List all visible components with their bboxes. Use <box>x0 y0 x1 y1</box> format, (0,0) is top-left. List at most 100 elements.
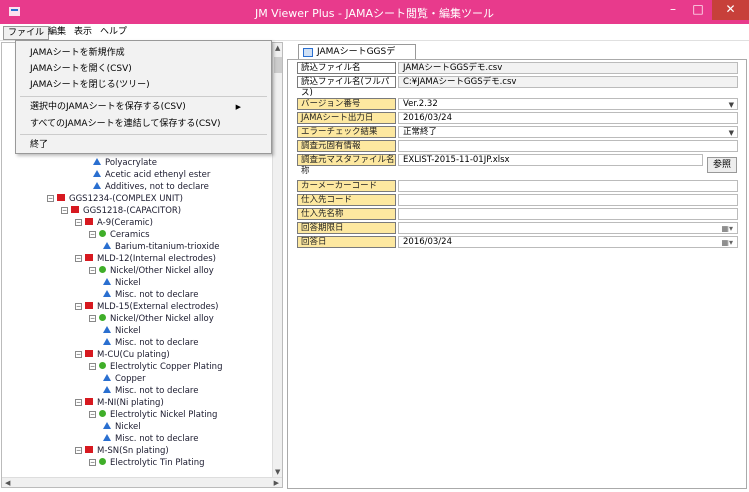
tree-node[interactable]: − Nickel/Other Nickel alloy <box>89 314 214 325</box>
tree-node[interactable]: − Electrolytic Copper Plating <box>89 362 222 373</box>
collapse-toggle-icon[interactable]: − <box>61 207 68 214</box>
menu-new-sheet[interactable]: JAMAシートを新規作成 <box>16 45 271 61</box>
tree-node[interactable]: − Electrolytic Tin Plating <box>89 458 205 469</box>
tree-node[interactable]: Misc. not to declare <box>103 338 198 349</box>
maximize-button[interactable]: □ <box>686 0 710 20</box>
tree-node-label: Misc. not to declare <box>115 338 199 348</box>
answer-date-picker[interactable]: 2016/03/24 ▦▾ <box>398 236 738 248</box>
tree-node[interactable]: − M-NI(Ni plating) <box>75 398 164 409</box>
tree-horizontal-scrollbar[interactable]: ◀ ▶ <box>2 477 282 487</box>
tree-node[interactable]: Misc. not to declare <box>103 434 198 445</box>
tree-node[interactable]: Barium-titanium-trioxide <box>103 242 220 253</box>
answer-date-label: 回答日 <box>297 236 396 248</box>
tree-node[interactable]: − M-CU(Cu plating) <box>75 350 170 361</box>
collapse-toggle-icon[interactable]: − <box>89 267 96 274</box>
menu-help[interactable]: ヘルプ <box>96 26 131 40</box>
tree-node[interactable]: Misc. not to declare <box>103 386 198 397</box>
tab-sheet[interactable]: JAMAシートGGSデモ.csv <box>298 44 416 72</box>
calendar-icon[interactable]: ▦▾ <box>721 223 733 234</box>
tree-node-label: Nickel <box>115 422 141 432</box>
collapse-toggle-icon[interactable]: − <box>89 315 96 322</box>
close-button[interactable]: ✕ <box>712 0 749 20</box>
menu-file[interactable]: ファイル <box>3 26 50 40</box>
tree-node[interactable]: − M-SN(Sn plating) <box>75 446 169 457</box>
output-date-field[interactable]: 2016/03/24 <box>398 112 738 124</box>
part-icon <box>85 350 93 357</box>
collapse-toggle-icon[interactable]: − <box>75 255 82 262</box>
part-icon <box>71 206 79 213</box>
error-check-value: 正常終了 <box>403 127 438 137</box>
supplier-name-field[interactable] <box>398 208 738 220</box>
minimize-button[interactable]: – <box>660 0 686 20</box>
master-file-field[interactable]: EXLIST-2015-11-01JP.xlsx <box>398 154 703 166</box>
collapse-toggle-icon[interactable]: − <box>89 363 96 370</box>
collapse-toggle-icon[interactable]: − <box>75 351 82 358</box>
substance-icon <box>103 338 111 345</box>
tree-node[interactable]: Nickel <box>103 278 141 289</box>
calendar-icon[interactable]: ▦▾ <box>721 237 733 248</box>
collapse-toggle-icon[interactable]: − <box>47 195 54 202</box>
tree-node-label: Electrolytic Tin Plating <box>110 458 205 468</box>
collapse-toggle-icon[interactable]: − <box>75 219 82 226</box>
menu-save-all[interactable]: すべてのJAMAシートを連結して保存する(CSV) <box>16 116 271 132</box>
supplier-code-field[interactable] <box>398 194 738 206</box>
menu-edit[interactable]: 編集 <box>44 26 70 40</box>
tree-node[interactable]: − A-9(Ceramic) <box>75 218 153 229</box>
scroll-thumb[interactable] <box>274 57 282 73</box>
collapse-toggle-icon[interactable]: − <box>75 303 82 310</box>
tree-node[interactable]: − Electrolytic Nickel Plating <box>89 410 217 421</box>
tree-node-label: MLD-12(Internal electrodes) <box>97 254 216 264</box>
window-title: JM Viewer Plus - JAMAシート閲覧・編集ツール <box>254 7 495 20</box>
tree-node[interactable]: − GGS1218-(CAPACITOR) <box>61 206 181 217</box>
maker-code-field[interactable] <box>398 180 738 192</box>
material-icon <box>99 458 106 465</box>
browse-button[interactable]: 参照 <box>707 157 737 173</box>
tree-node-label: Misc. not to declare <box>115 386 199 396</box>
tree-node[interactable]: Additives, not to declare <box>93 182 209 193</box>
maker-code-label: カーメーカーコード <box>297 180 396 192</box>
tree-node[interactable]: Nickel <box>103 422 141 433</box>
survey-source-field[interactable] <box>398 140 738 152</box>
collapse-toggle-icon[interactable]: − <box>89 411 96 418</box>
tree-node[interactable]: Copper <box>103 374 146 385</box>
menu-open-csv[interactable]: JAMAシートを開く(CSV) <box>16 61 271 77</box>
tree-node-label: Misc. not to declare <box>115 290 199 300</box>
tree-node[interactable]: − Ceramics <box>89 230 150 241</box>
menu-bar: ファイル 編集 表示 ヘルプ <box>0 24 749 41</box>
scroll-left-icon[interactable]: ◀ <box>5 479 10 487</box>
tree-node-label: Polyacrylate <box>105 158 157 168</box>
document-icon <box>303 48 313 57</box>
error-check-select[interactable]: 正常終了 ▼ <box>398 126 738 138</box>
part-icon <box>57 194 65 201</box>
tree-node-label: MLD-15(External electrodes) <box>97 302 219 312</box>
scroll-right-icon[interactable]: ▶ <box>274 479 279 487</box>
collapse-toggle-icon[interactable]: − <box>89 231 96 238</box>
due-date-picker[interactable]: ▦▾ <box>398 222 738 234</box>
tree-node[interactable]: − MLD-12(Internal electrodes) <box>75 254 216 265</box>
collapse-toggle-icon[interactable]: − <box>89 459 96 466</box>
menu-save-selected[interactable]: 選択中のJAMAシートを保存する(CSV) ▶ <box>16 99 271 115</box>
tree-node-label: Electrolytic Nickel Plating <box>110 410 218 420</box>
version-select[interactable]: Ver.2.32 ▼ <box>398 98 738 110</box>
collapse-toggle-icon[interactable]: − <box>75 447 82 454</box>
scroll-down-icon[interactable]: ▼ <box>275 468 280 476</box>
menu-exit[interactable]: 終了 <box>16 137 271 153</box>
tree-node[interactable]: Misc. not to declare <box>103 290 198 301</box>
part-icon <box>85 398 93 405</box>
substance-icon <box>103 386 111 393</box>
tree-vertical-scrollbar[interactable]: ▲ ▼ <box>272 43 282 477</box>
tree-node[interactable]: − MLD-15(External electrodes) <box>75 302 219 313</box>
material-icon <box>99 410 106 417</box>
menu-close-tree[interactable]: JAMAシートを閉じる(ツリー) <box>16 77 271 93</box>
collapse-toggle-icon[interactable]: − <box>75 399 82 406</box>
tree-node[interactable]: − Nickel/Other Nickel alloy <box>89 266 214 277</box>
menu-view[interactable]: 表示 <box>70 26 96 40</box>
tree-node[interactable]: Acetic acid ethenyl ester <box>93 170 210 181</box>
tree-node-label: Additives, not to declare <box>105 182 209 192</box>
tree-node[interactable]: − GGS1234-(COMPLEX UNIT) <box>47 194 183 205</box>
tree-node[interactable]: Nickel <box>103 326 141 337</box>
tree-node-label: Misc. not to declare <box>115 434 199 444</box>
master-file-label: 調査元マスタファイル名称 <box>297 154 396 176</box>
tree-node[interactable]: Polyacrylate <box>93 158 157 169</box>
scroll-up-icon[interactable]: ▲ <box>275 44 280 52</box>
